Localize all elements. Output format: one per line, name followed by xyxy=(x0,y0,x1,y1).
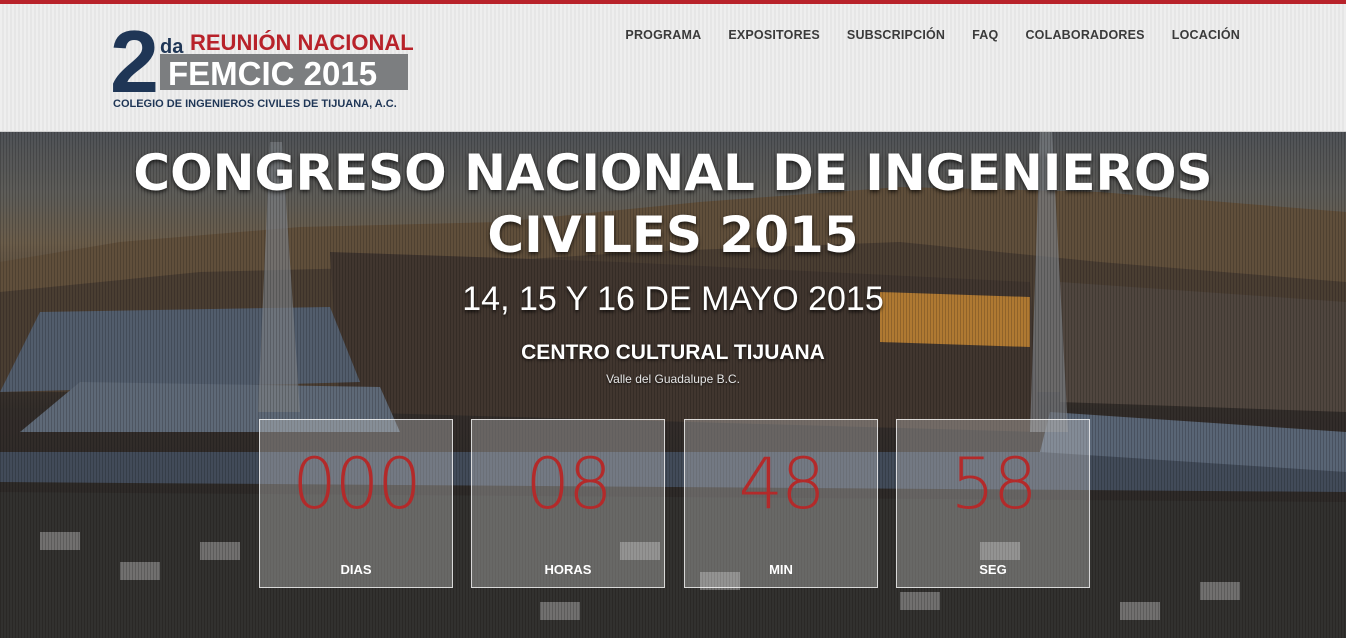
hero-section: CONGRESO NACIONAL DE INGENIEROS CIVILES … xyxy=(0,132,1346,638)
hero-title-line1: CONGRESO NACIONAL DE INGENIEROS xyxy=(133,144,1213,202)
countdown-hours-label: HORAS xyxy=(544,562,592,577)
site-header: 2 da REUNIÓN NACIONAL FEMCIC 2015 COLEGI… xyxy=(0,4,1346,132)
countdown-seconds-label: SEG xyxy=(979,562,1007,577)
event-dates: 14, 15 Y 16 DE MAYO 2015 xyxy=(462,280,884,318)
event-venue: CENTRO CULTURAL TIJUANA xyxy=(521,341,825,364)
countdown-hours: 08 HORAS xyxy=(471,419,665,588)
countdown-hours-value: 08 xyxy=(525,443,612,525)
countdown-seconds-value: 58 xyxy=(950,443,1037,525)
event-location: Valle del Guadalupe B.C. xyxy=(606,372,740,386)
countdown-days-label: DIAS xyxy=(340,562,372,577)
countdown-minutes-value: 48 xyxy=(738,443,825,525)
logo-femcic-text: FEMCIC 2015 xyxy=(168,55,378,92)
nav-expositores[interactable]: EXPOSITORES xyxy=(728,28,820,42)
countdown-minutes: 48 MIN xyxy=(684,419,878,588)
countdown-days-value: 000 xyxy=(292,443,422,525)
main-nav: PROGRAMA EXPOSITORES SUBSCRIPCIÓN FAQ CO… xyxy=(625,28,1240,42)
hero-title-line2: CIVILES 2015 xyxy=(487,206,859,264)
countdown-minutes-label: MIN xyxy=(769,562,793,577)
nav-programa[interactable]: PROGRAMA xyxy=(625,28,701,42)
nav-colaboradores[interactable]: COLABORADORES xyxy=(1025,28,1144,42)
logo-number: 2 xyxy=(110,12,159,111)
nav-locacion[interactable]: LOCACIÓN xyxy=(1172,28,1240,42)
countdown-seconds: 58 SEG xyxy=(896,419,1090,588)
logo-colegio-text: COLEGIO DE INGENIEROS CIVILES DE TIJUANA… xyxy=(113,98,397,110)
hero-title: CONGRESO NACIONAL DE INGENIEROS CIVILES … xyxy=(0,142,1346,266)
femcic-logo[interactable]: 2 da REUNIÓN NACIONAL FEMCIC 2015 COLEGI… xyxy=(110,12,420,116)
nav-subscripcion[interactable]: SUBSCRIPCIÓN xyxy=(847,28,945,42)
nav-faq[interactable]: FAQ xyxy=(972,28,998,42)
countdown-days: 000 DIAS xyxy=(259,419,453,588)
logo-reunion-text: REUNIÓN NACIONAL xyxy=(190,30,414,55)
